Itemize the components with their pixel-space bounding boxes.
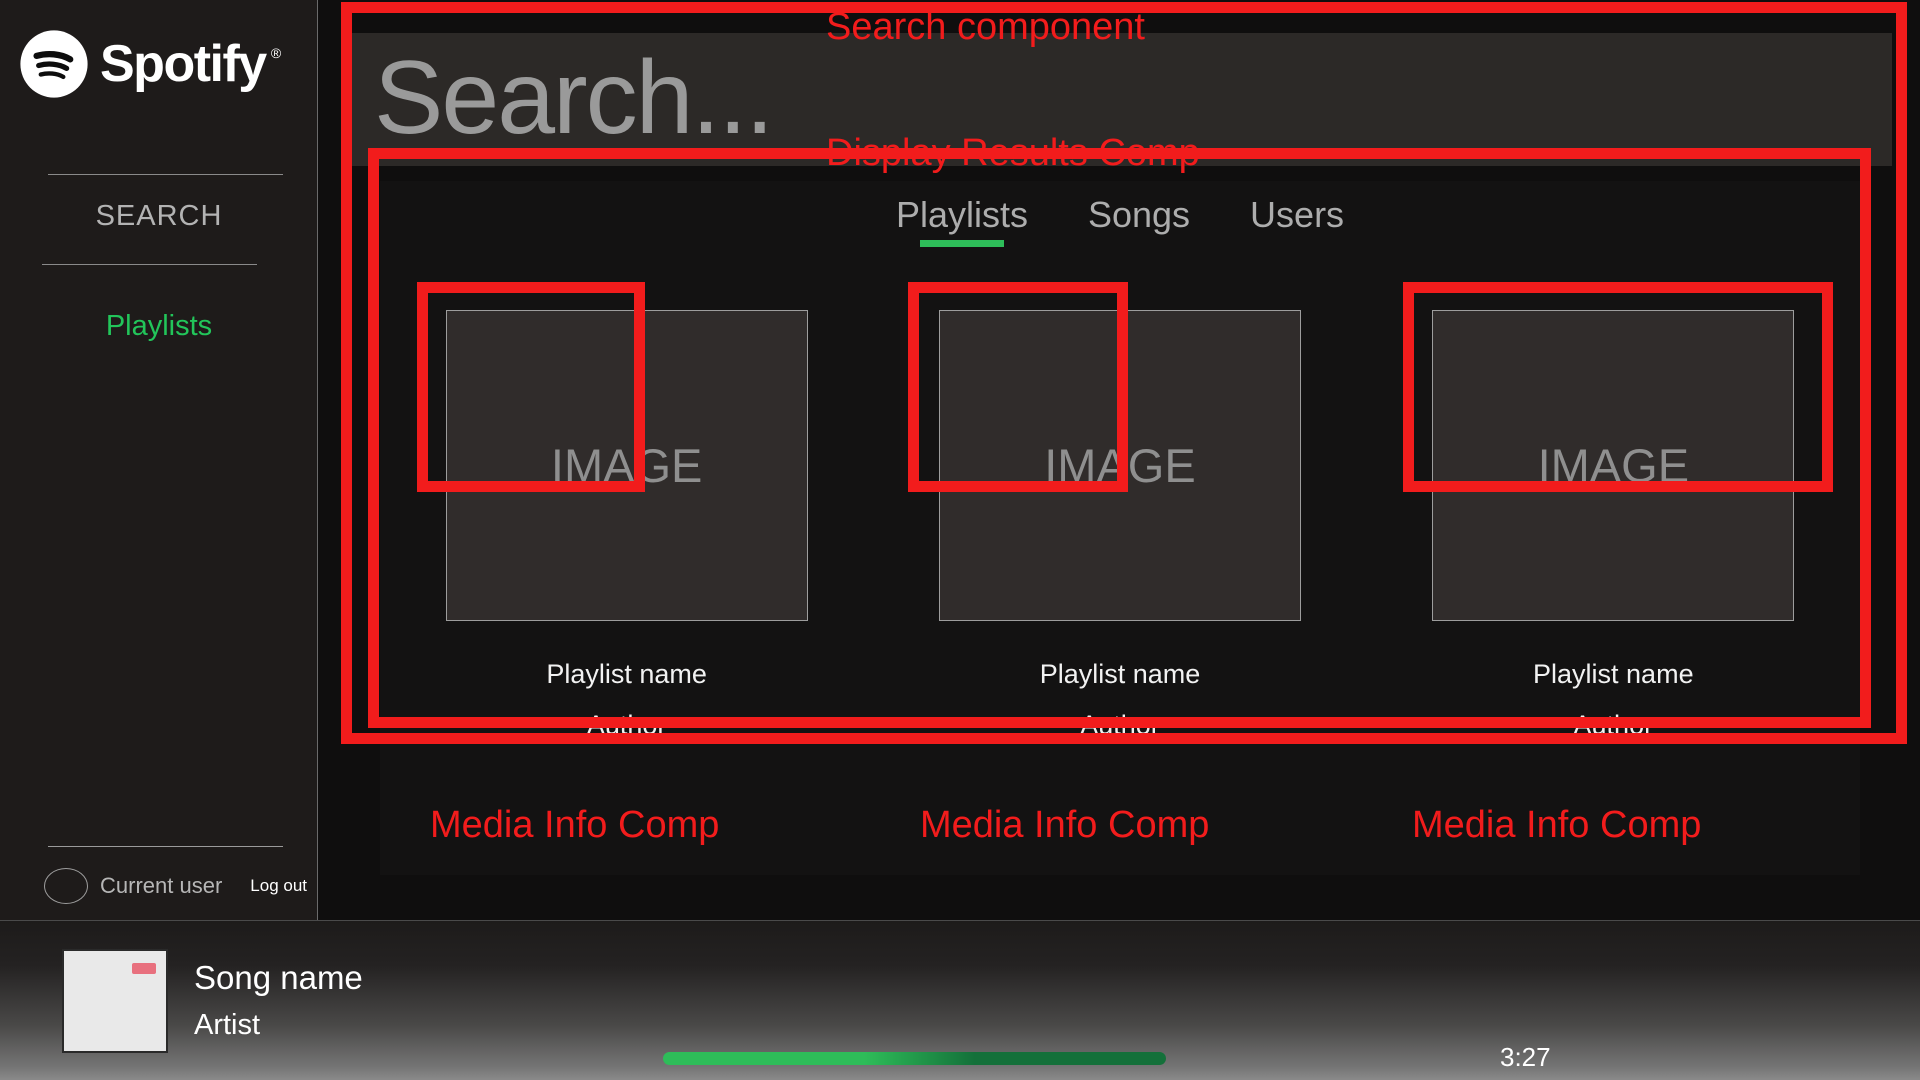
- sidebar-item-playlists-label: Playlists: [105, 310, 213, 342]
- media-info-card[interactable]: IMAGE Playlist name Author: [1418, 296, 1809, 765]
- sidebar-item-search-label: SEARCH: [95, 200, 223, 232]
- image-placeholder-label: IMAGE: [1044, 439, 1196, 492]
- tab-playlists-label: Playlists: [895, 194, 1028, 235]
- track-time: 3:27: [1500, 1042, 1551, 1072]
- spotify-app-window: Spotify ® SEARCH Playlists Current user L…: [0, 0, 1920, 1080]
- annotation-label-media-info-1: Media Info Comp: [430, 804, 720, 846]
- artist-name: Artist: [194, 1008, 261, 1041]
- search-placeholder-text: Search...: [374, 39, 774, 156]
- registered-mark: ®: [270, 45, 281, 61]
- tab-playlists[interactable]: Playlists: [896, 195, 1028, 249]
- sidebar: Spotify ® SEARCH Playlists Current user L…: [0, 0, 318, 920]
- media-info-card[interactable]: IMAGE Playlist name Author: [431, 296, 822, 765]
- progress-bar[interactable]: [663, 1052, 1474, 1065]
- tab-songs-label: Songs: [1087, 194, 1191, 235]
- annotation-label-search-component: Search component: [826, 6, 1145, 48]
- image-placeholder-label: IMAGE: [1537, 439, 1690, 492]
- album-badge-icon: [132, 963, 156, 974]
- playlist-author: Author: [1573, 710, 1654, 740]
- playlist-image-placeholder: IMAGE: [938, 310, 1301, 621]
- spotify-logo-icon: [20, 30, 88, 98]
- track-meta: Song name Artist: [194, 954, 363, 1048]
- playlist-name: Playlist name: [546, 659, 707, 689]
- results-tabs: Playlists Songs Users: [380, 195, 1860, 249]
- brand-name: Spotify: [100, 35, 267, 93]
- song-name: Song name: [194, 958, 363, 996]
- sidebar-divider-bottom: [42, 264, 257, 265]
- tab-users-label: Users: [1250, 194, 1345, 235]
- tab-users[interactable]: Users: [1250, 195, 1344, 249]
- current-user-label: Current user: [100, 873, 223, 898]
- playlist-name: Playlist name: [1533, 659, 1694, 689]
- media-info-card[interactable]: IMAGE Playlist name Author: [924, 296, 1315, 765]
- sidebar-divider-top: [48, 174, 283, 175]
- logout-button[interactable]: Log out: [250, 876, 307, 896]
- annotation-label-display-results: Display Results Comp: [826, 132, 1200, 174]
- image-placeholder-label: IMAGE: [550, 439, 703, 492]
- annotation-label-media-info-2: Media Info Comp: [920, 804, 1210, 846]
- playlist-image-placeholder: IMAGE: [1432, 310, 1795, 621]
- now-playing: Song name Artist: [62, 949, 363, 1053]
- tab-songs[interactable]: Songs: [1088, 195, 1190, 249]
- sidebar-divider-user: [48, 846, 283, 847]
- user-bar: Current user Log out: [44, 868, 307, 904]
- brand-wordmark: Spotify ®: [100, 35, 281, 93]
- sidebar-item-playlists[interactable]: Playlists: [0, 310, 318, 343]
- playlist-author: Author: [1080, 710, 1160, 740]
- playlist-image-placeholder: IMAGE: [445, 310, 808, 621]
- playlist-name: Playlist name: [1039, 659, 1201, 689]
- sidebar-item-search[interactable]: SEARCH: [0, 200, 318, 233]
- display-results-panel: Playlists Songs Users IMAGE Playlist nam…: [380, 181, 1860, 875]
- playlist-author: Author: [586, 710, 667, 740]
- annotation-label-media-info-3: Media Info Comp: [1412, 804, 1702, 846]
- tab-active-underline: [919, 239, 1004, 247]
- progress-bar-fill: [663, 1052, 1166, 1065]
- album-art[interactable]: [62, 949, 168, 1053]
- results-card-grid: IMAGE Playlist name Author IMAGE Playlis…: [380, 296, 1860, 765]
- avatar[interactable]: [44, 868, 88, 904]
- brand-logo[interactable]: Spotify ®: [18, 28, 281, 100]
